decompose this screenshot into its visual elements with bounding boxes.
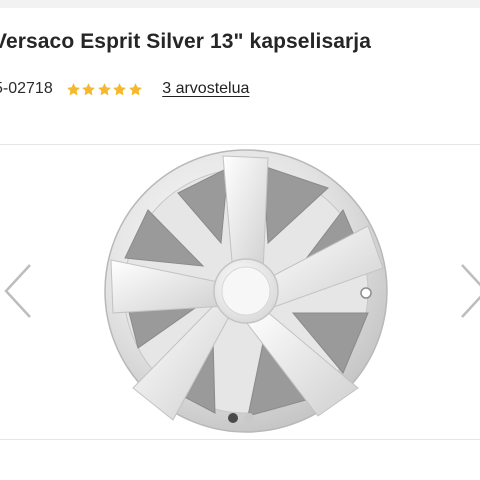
star-icon xyxy=(128,82,142,95)
star-icon xyxy=(82,82,96,95)
gallery-dot-1[interactable] xyxy=(228,413,238,423)
star-icon xyxy=(113,82,127,95)
product-meta: 5-02718 3 arvostelua xyxy=(0,78,249,100)
gallery-dot-2[interactable] xyxy=(244,413,254,423)
gallery-prev-button[interactable] xyxy=(0,261,40,321)
star-icon xyxy=(66,82,80,95)
product-sku: 5-02718 xyxy=(0,80,53,97)
product-image-gallery xyxy=(0,144,480,440)
rating-stars xyxy=(66,82,144,97)
gallery-pagination xyxy=(228,413,254,423)
chevron-right-icon xyxy=(461,264,480,318)
wheel-cover-image xyxy=(104,149,388,433)
reviews-link[interactable]: 3 arvostelua xyxy=(162,80,249,98)
star-icon xyxy=(97,82,111,95)
gallery-next-button[interactable] xyxy=(452,261,480,321)
top-bar xyxy=(0,0,480,8)
product-title: Versaco Esprit Silver 13" kapselisarja xyxy=(0,30,371,53)
chevron-left-icon xyxy=(4,264,31,318)
